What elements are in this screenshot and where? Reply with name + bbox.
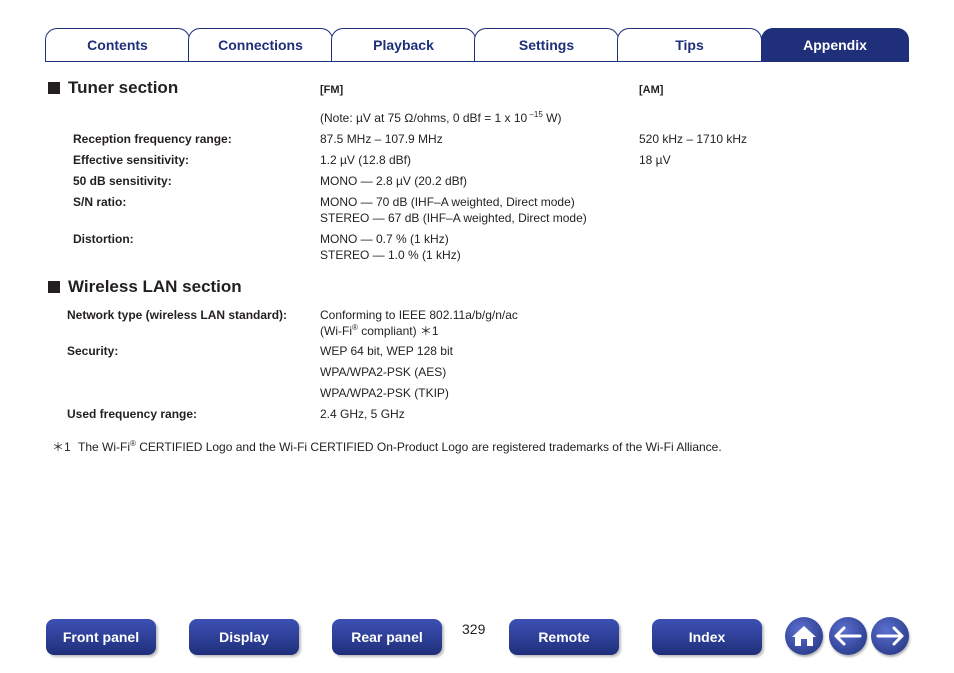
tab-tips[interactable]: Tips: [617, 28, 762, 61]
spec-value: 2.4 GHz, 5 GHz: [320, 407, 405, 421]
back-button[interactable]: [829, 617, 867, 655]
front-panel-button[interactable]: Front panel: [46, 619, 156, 655]
spec-label: Network type (wireless LAN standard):: [67, 308, 288, 322]
tabs-bar: Contents Connections Playback Settings T…: [45, 0, 909, 62]
spec-label: Reception frequency range:: [73, 132, 232, 146]
tuner-note-prefix: (Note: µV at 75 Ω/ohms, 0 dBf = 1 x 10: [320, 111, 528, 125]
footnote-text-b: CERTIFIED Logo and the Wi-Fi CERTIFIED O…: [135, 440, 722, 454]
arrow-left-icon: [834, 626, 862, 646]
spec-value-fm: MONO — 70 dB (IHF–A weighted, Direct mod…: [320, 194, 587, 226]
wifi-text: (Wi-Fi: [320, 324, 352, 338]
wlan-section-title: Wireless LAN section: [68, 277, 242, 296]
fm-column-header: [FM]: [320, 84, 344, 96]
spec-value-fm: 1.2 µV (12.8 dBf): [320, 153, 411, 167]
spec-value-line: Conforming to IEEE 802.11a/b/g/n/ac: [320, 308, 518, 322]
spec-value: WPA/WPA2-PSK (AES): [320, 365, 447, 379]
spec-value-line: STEREO — 1.0 % (1 kHz): [320, 248, 461, 262]
tuner-note-suffix: W): [542, 111, 562, 125]
tab-appendix[interactable]: Appendix: [761, 28, 909, 61]
spec-value: WEP 64 bit, WEP 128 bit: [320, 344, 453, 358]
tuner-note: (Note: µV at 75 Ω/ohms, 0 dBf = 1 x 10 –…: [320, 110, 561, 126]
tab-contents[interactable]: Contents: [45, 28, 190, 61]
spec-label: Used frequency range:: [67, 407, 198, 421]
am-column-header: [AM]: [639, 84, 664, 96]
footnote-text-a: The Wi-Fi: [78, 440, 130, 454]
spec-value-am: 520 kHz – 1710 kHz: [639, 132, 748, 146]
page-number: 329: [462, 621, 486, 637]
rear-panel-button[interactable]: Rear panel: [332, 619, 442, 655]
tuner-note-exponent: –15: [527, 110, 543, 119]
tuner-section-title: Tuner section: [68, 78, 179, 97]
tab-settings[interactable]: Settings: [474, 28, 619, 61]
compliant-text: compliant) ＊1: [357, 324, 439, 338]
home-button[interactable]: [785, 617, 823, 655]
wlan-section-heading: Wireless LAN section: [48, 277, 242, 297]
footnote-mark: ＊1: [52, 440, 71, 454]
spec-label: S/N ratio:: [73, 195, 127, 209]
display-button[interactable]: Display: [189, 619, 299, 655]
spec-value: WPA/WPA2-PSK (TKIP): [320, 386, 449, 400]
index-button[interactable]: Index: [652, 619, 762, 655]
spec-value-line: MONO — 0.7 % (1 kHz): [320, 232, 449, 246]
tab-connections[interactable]: Connections: [188, 28, 333, 61]
square-bullet-icon: [48, 82, 60, 94]
tab-playback[interactable]: Playback: [331, 28, 476, 61]
remote-button[interactable]: Remote: [509, 619, 619, 655]
forward-button[interactable]: [871, 617, 909, 655]
spec-value-line: (Wi-Fi® compliant) ＊1: [320, 323, 518, 339]
tuner-section-heading: Tuner section: [48, 78, 178, 98]
home-icon: [792, 626, 816, 646]
spec-label: Distortion:: [73, 232, 134, 246]
footnote: ＊1 The Wi-Fi® CERTIFIED Logo and the Wi-F…: [52, 438, 722, 455]
spec-value-line: MONO — 70 dB (IHF–A weighted, Direct mod…: [320, 195, 575, 209]
square-bullet-icon: [48, 281, 60, 293]
arrow-right-icon: [876, 626, 904, 646]
spec-value-fm: MONO — 2.8 µV (20.2 dBf): [320, 174, 467, 188]
spec-label: Security:: [67, 344, 119, 358]
spec-label: 50 dB sensitivity:: [73, 174, 172, 188]
spec-value-fm: 87.5 MHz – 107.9 MHz: [320, 132, 443, 146]
spec-value-am: 18 µV: [639, 153, 671, 167]
spec-value-fm: MONO — 0.7 % (1 kHz) STEREO — 1.0 % (1 k…: [320, 231, 461, 263]
spec-label: Effective sensitivity:: [73, 153, 190, 167]
spec-value: Conforming to IEEE 802.11a/b/g/n/ac (Wi-…: [320, 307, 518, 339]
spec-value-line: STEREO — 67 dB (IHF–A weighted, Direct m…: [320, 211, 587, 225]
